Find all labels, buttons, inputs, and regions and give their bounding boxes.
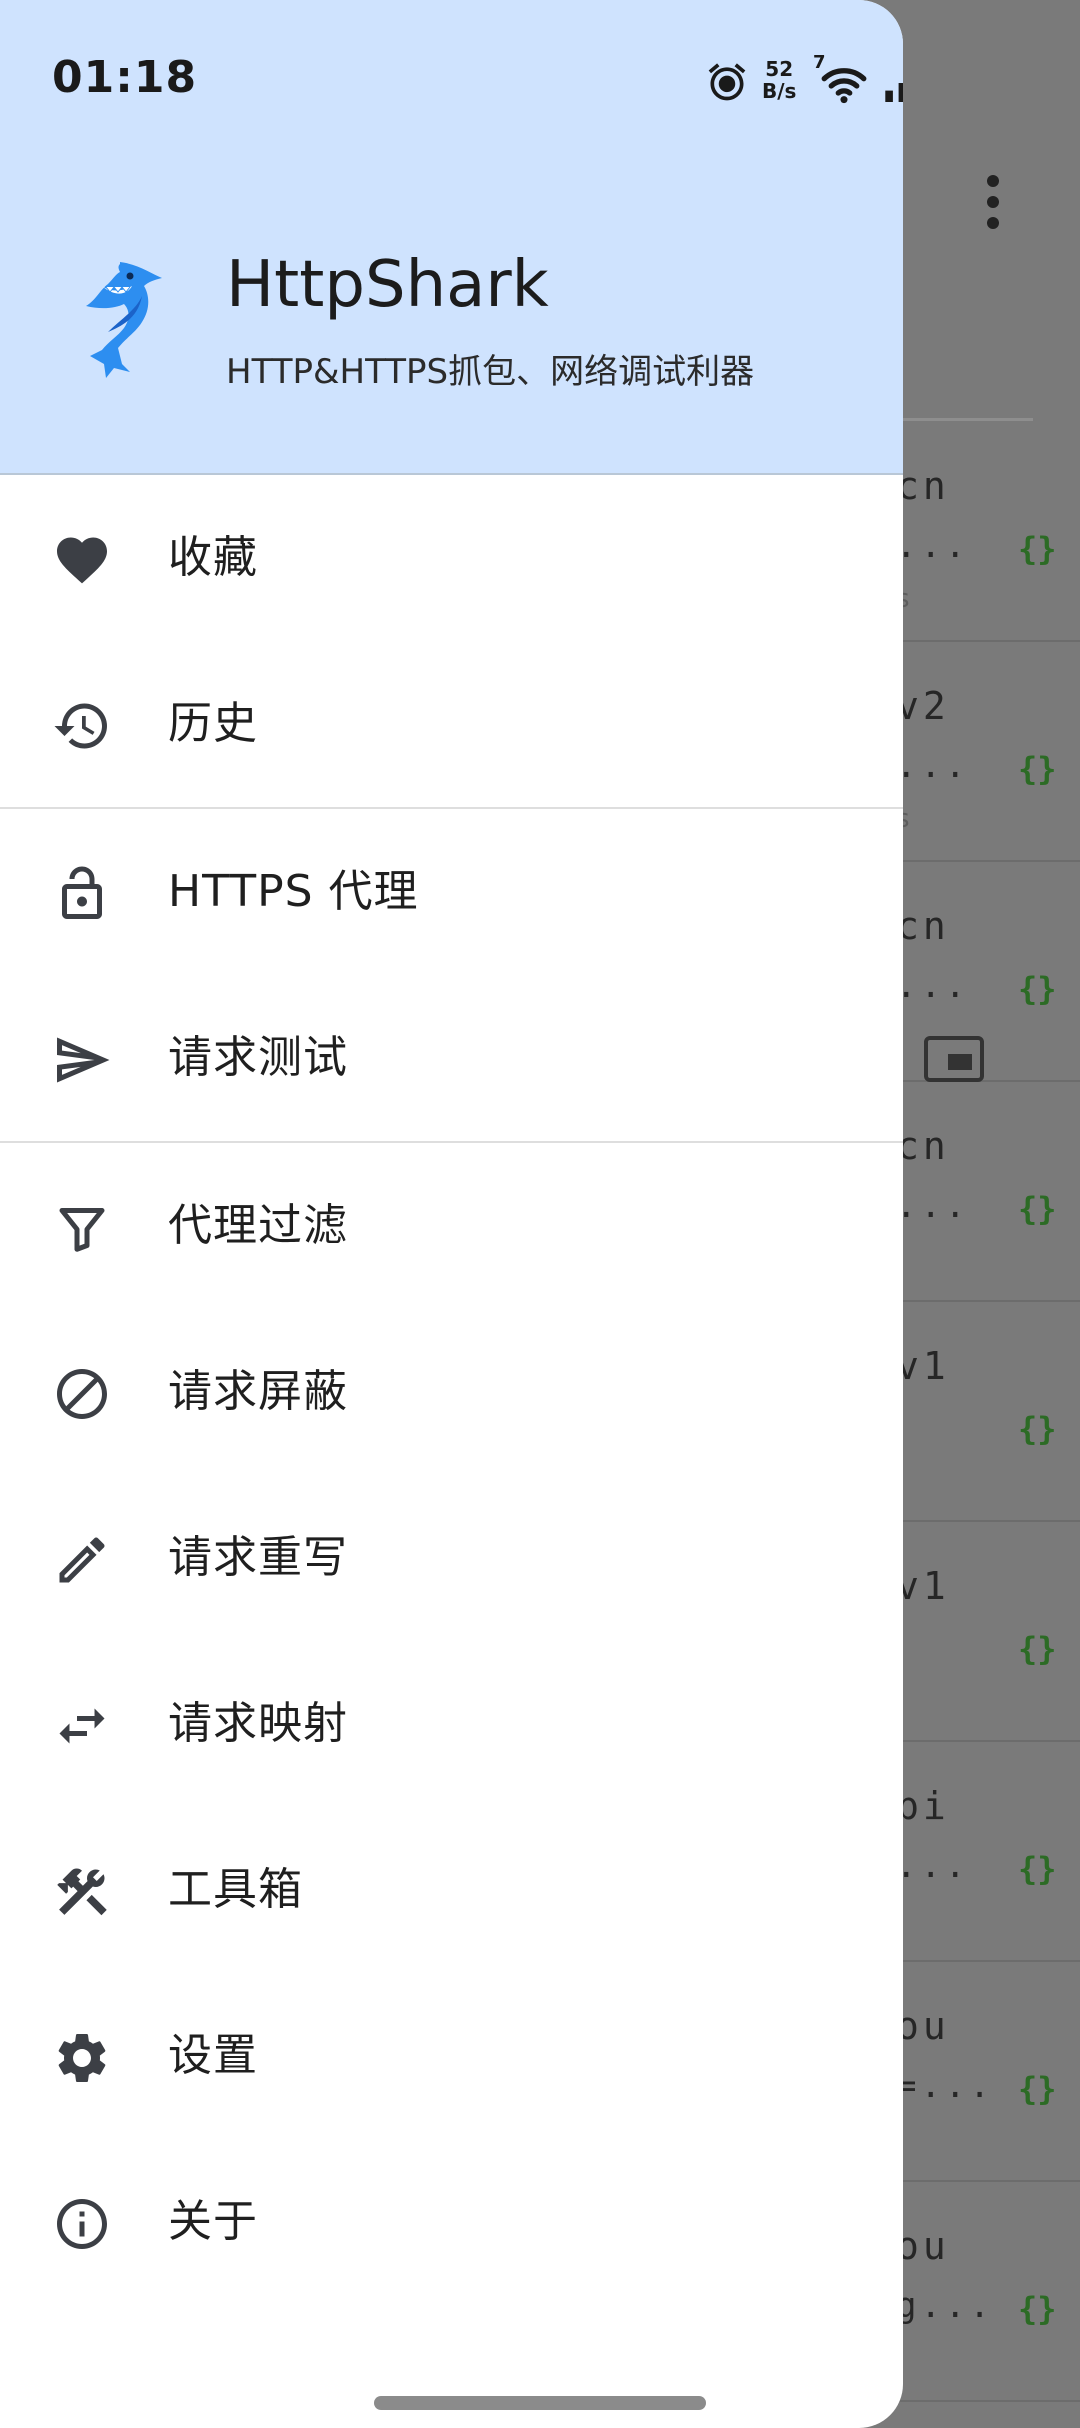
request-list-item[interactable]: ou g... {} [890, 2182, 1080, 2402]
app-subtitle: HTTP&HTTPS抓包、网络调试利器 [226, 352, 755, 392]
json-brace-icon: {} [1018, 2070, 1057, 2108]
menu-item-label: 收藏 [168, 532, 258, 583]
request-text-1: pi [896, 1784, 950, 1828]
json-brace-icon: {} [1018, 1190, 1057, 1228]
request-list-item[interactable]: v1 {} [890, 1302, 1080, 1522]
alarm-icon [708, 63, 746, 101]
shark-logo-icon [86, 262, 162, 378]
request-list-item[interactable]: pi... {} [890, 1742, 1080, 1962]
home-gesture-bar[interactable] [374, 2396, 706, 2410]
menu-item-request-rewrite[interactable]: 请求重写 [0, 1475, 903, 1641]
json-brace-icon: {} [1018, 530, 1057, 568]
request-list-item[interactable]: v2...s{} [890, 642, 1080, 862]
filter-icon [52, 1198, 112, 1258]
request-text-1: v1 [896, 1564, 950, 1608]
menu-item-label: 关于 [168, 2196, 258, 2247]
heart-icon [52, 530, 112, 590]
lock-icon [52, 864, 112, 924]
menu-item-toolbox[interactable]: 工具箱 [0, 1807, 903, 1973]
overflow-menu-icon [978, 175, 1008, 235]
request-list-item[interactable]: v1 {} [890, 1522, 1080, 1742]
wifi-icon [821, 68, 867, 104]
network-speed: 52 B/s [762, 58, 796, 102]
json-brace-icon: {} [1018, 970, 1057, 1008]
signal-icon [885, 83, 903, 102]
menu-item-label: 请求测试 [168, 1032, 348, 1083]
menu-item-https-proxy[interactable]: HTTPS 代理 [0, 809, 903, 975]
drawer-menu: 收藏 历史 HTTPS 代理 请求测试 代理过滤 请求屏蔽 请求重写 请求映射 … [0, 475, 903, 2305]
menu-item-history[interactable]: 历史 [0, 641, 903, 807]
tab-indicator [903, 418, 1033, 421]
request-text-2: ... [896, 746, 970, 786]
info-icon [52, 2194, 112, 2254]
swap-icon [52, 1696, 112, 1756]
picture-in-picture-icon [924, 1036, 984, 1082]
history-icon [52, 696, 112, 756]
request-text-1: ou [896, 2224, 950, 2268]
request-text-2: ... [896, 1186, 970, 1226]
menu-item-label: 工具箱 [168, 1864, 303, 1915]
block-icon [52, 1364, 112, 1424]
request-text-2: g... [896, 2286, 994, 2326]
request-text-1: cn [896, 1124, 950, 1168]
menu-item-request-mapping[interactable]: 请求映射 [0, 1641, 903, 1807]
request-text-2: =... [896, 2066, 994, 2106]
menu-item-label: 历史 [168, 698, 258, 749]
request-text-1: v1 [896, 1344, 950, 1388]
menu-item-favorites[interactable]: 收藏 [0, 475, 903, 641]
gear-icon [52, 2028, 112, 2088]
menu-item-label: 请求映射 [168, 1698, 348, 1749]
menu-item-proxy-filter[interactable]: 代理过滤 [0, 1143, 903, 1309]
menu-item-label: 请求重写 [168, 1532, 348, 1583]
request-list-item[interactable]: cn... {} [890, 862, 1080, 1082]
json-brace-icon: {} [1018, 1410, 1057, 1448]
request-text-1: cn [896, 904, 950, 948]
status-icons: 52 B/s 7 46 [705, 52, 903, 112]
request-text-1: cn [896, 464, 950, 508]
request-text-2: ... [896, 966, 970, 1006]
menu-item-label: HTTPS 代理 [168, 866, 419, 917]
request-text-2: ... [896, 526, 970, 566]
json-brace-icon: {} [1018, 1630, 1057, 1668]
request-text-1: ou [896, 2004, 950, 2048]
network-speed-unit: B/s [762, 79, 797, 103]
request-text-2: ... [896, 1846, 970, 1886]
menu-item-request-test[interactable]: 请求测试 [0, 975, 903, 1141]
status-time: 01:18 [52, 52, 198, 103]
menu-item-label: 请求屏蔽 [168, 1366, 348, 1417]
request-list-item[interactable]: ou =... {} [890, 1962, 1080, 2182]
navigation-drawer: 01:18 52 B/s 7 46 [0, 0, 903, 2428]
json-brace-icon: {} [1018, 2290, 1057, 2328]
tools-icon [52, 1862, 112, 1922]
request-list-item[interactable]: cn...s{} [890, 422, 1080, 642]
menu-item-about[interactable]: 关于 [0, 2139, 903, 2305]
network-speed-value: 52 [765, 57, 794, 81]
json-brace-icon: {} [1018, 750, 1057, 788]
request-text-1: v2 [896, 684, 950, 728]
drawer-header: 01:18 52 B/s 7 46 [0, 0, 903, 475]
menu-item-label: 代理过滤 [168, 1200, 348, 1251]
send-icon [52, 1030, 112, 1090]
menu-item-label: 设置 [168, 2030, 258, 2081]
menu-item-request-block[interactable]: 请求屏蔽 [0, 1309, 903, 1475]
app-title: HttpShark [226, 248, 549, 322]
request-list-item[interactable]: cn... {} [890, 1082, 1080, 1302]
menu-item-settings[interactable]: 设置 [0, 1973, 903, 2139]
pencil-icon [52, 1530, 112, 1590]
json-brace-icon: {} [1018, 1850, 1057, 1888]
